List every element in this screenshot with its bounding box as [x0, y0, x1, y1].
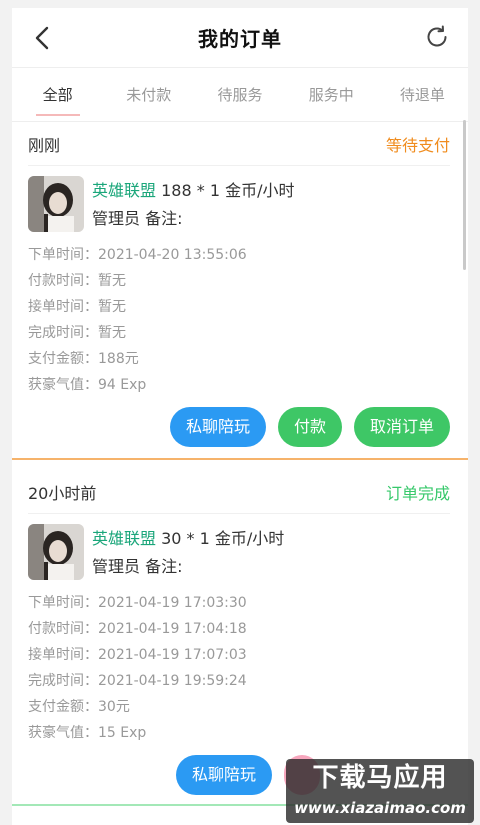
- chevron-left-icon[interactable]: [32, 25, 54, 51]
- refresh-icon[interactable]: [424, 24, 450, 50]
- complete-time: 完成时间：2021-04-19 19:59:24: [28, 673, 247, 689]
- order-card-header: 20小时前 订单完成: [28, 470, 450, 514]
- order-time: 刚刚: [28, 135, 61, 155]
- top-bar: 我的订单: [12, 8, 468, 68]
- order-card-header: 刚刚 等待支付: [28, 122, 450, 166]
- avatar: [28, 176, 84, 232]
- app-screen: 我的订单 全部 未付款 待服务 服务中 待退单 刚刚 等待支付 英雄联盟 188…: [12, 8, 468, 825]
- page-title: 我的订单: [198, 27, 282, 51]
- tab-unpaid[interactable]: 未付款: [103, 68, 194, 122]
- order-remark: 管理员 备注:: [92, 209, 183, 228]
- order-status: 等待支付: [385, 135, 450, 155]
- private-chat-button[interactable]: 私聊陪玩: [169, 407, 266, 447]
- order-item[interactable]: 英雄联盟 188 * 1 金币/小时 管理员 备注:: [28, 166, 450, 234]
- accept-time: 接单时间：暂无: [28, 299, 126, 315]
- order-time: 20小时前: [28, 483, 97, 503]
- payment-time: 付款时间：暂无: [28, 273, 126, 289]
- order-item[interactable]: 英雄联盟 30 * 1 金币/小时 管理员 备注:: [28, 514, 450, 582]
- order-status: 订单完成: [385, 483, 450, 503]
- game-name: 英雄联盟: [92, 529, 157, 548]
- paid-amount: 支付金额：30元: [28, 699, 130, 715]
- game-name: 英雄联盟: [92, 181, 157, 200]
- accept-time: 接单时间：2021-04-19 17:07:03: [28, 647, 247, 663]
- tab-pending-refund[interactable]: 待退单: [377, 68, 468, 122]
- order-details: 下单时间：2021-04-20 13:55:06 付款时间：暂无 接单时间：暂无…: [28, 234, 450, 398]
- paid-amount: 支付金额：188元: [28, 351, 139, 367]
- private-chat-button[interactable]: 私聊陪玩: [176, 755, 273, 795]
- watermark-logo: 下载马应用 www.xiazaimao.com: [286, 759, 474, 823]
- avatar: [28, 524, 84, 580]
- price-text: 30 * 1 金币/小时: [156, 529, 285, 548]
- payment-time: 付款时间：2021-04-19 17:04:18: [28, 621, 247, 637]
- order-details: 下单时间：2021-04-19 17:03:30 付款时间：2021-04-19…: [28, 582, 450, 746]
- order-remark: 管理员 备注:: [92, 557, 183, 576]
- tab-in-service[interactable]: 服务中: [286, 68, 377, 122]
- order-created-time: 下单时间：2021-04-19 17:03:30: [28, 595, 247, 611]
- watermark-url: www.xiazaimao.com: [294, 799, 466, 817]
- watermark-title: 下载马应用: [312, 763, 448, 793]
- order-tabs: 全部 未付款 待服务 服务中 待退单: [12, 68, 468, 122]
- tab-pending-service[interactable]: 待服务: [194, 68, 285, 122]
- scrollbar[interactable]: [463, 120, 466, 270]
- order-created-time: 下单时间：2021-04-20 13:55:06: [28, 247, 247, 263]
- complete-time: 完成时间：暂无: [28, 325, 126, 341]
- price-text: 188 * 1 金币/小时: [156, 181, 295, 200]
- order-card: 刚刚 等待支付 英雄联盟 188 * 1 金币/小时 管理员 备注: 下单时间：: [12, 122, 468, 456]
- exp-gained: 获豪气值：15 Exp: [28, 725, 147, 741]
- cancel-order-button[interactable]: 取消订单: [353, 407, 450, 447]
- exp-gained: 获豪气值：94 Exp: [28, 377, 147, 393]
- order-actions: 私聊陪玩 付款 取消订单: [28, 398, 450, 456]
- tab-all[interactable]: 全部: [12, 68, 103, 122]
- pay-button[interactable]: 付款: [277, 407, 342, 447]
- order-card: 20小时前 订单完成 英雄联盟 30 * 1 金币/小时 管理员 备注: 下单时: [12, 470, 468, 804]
